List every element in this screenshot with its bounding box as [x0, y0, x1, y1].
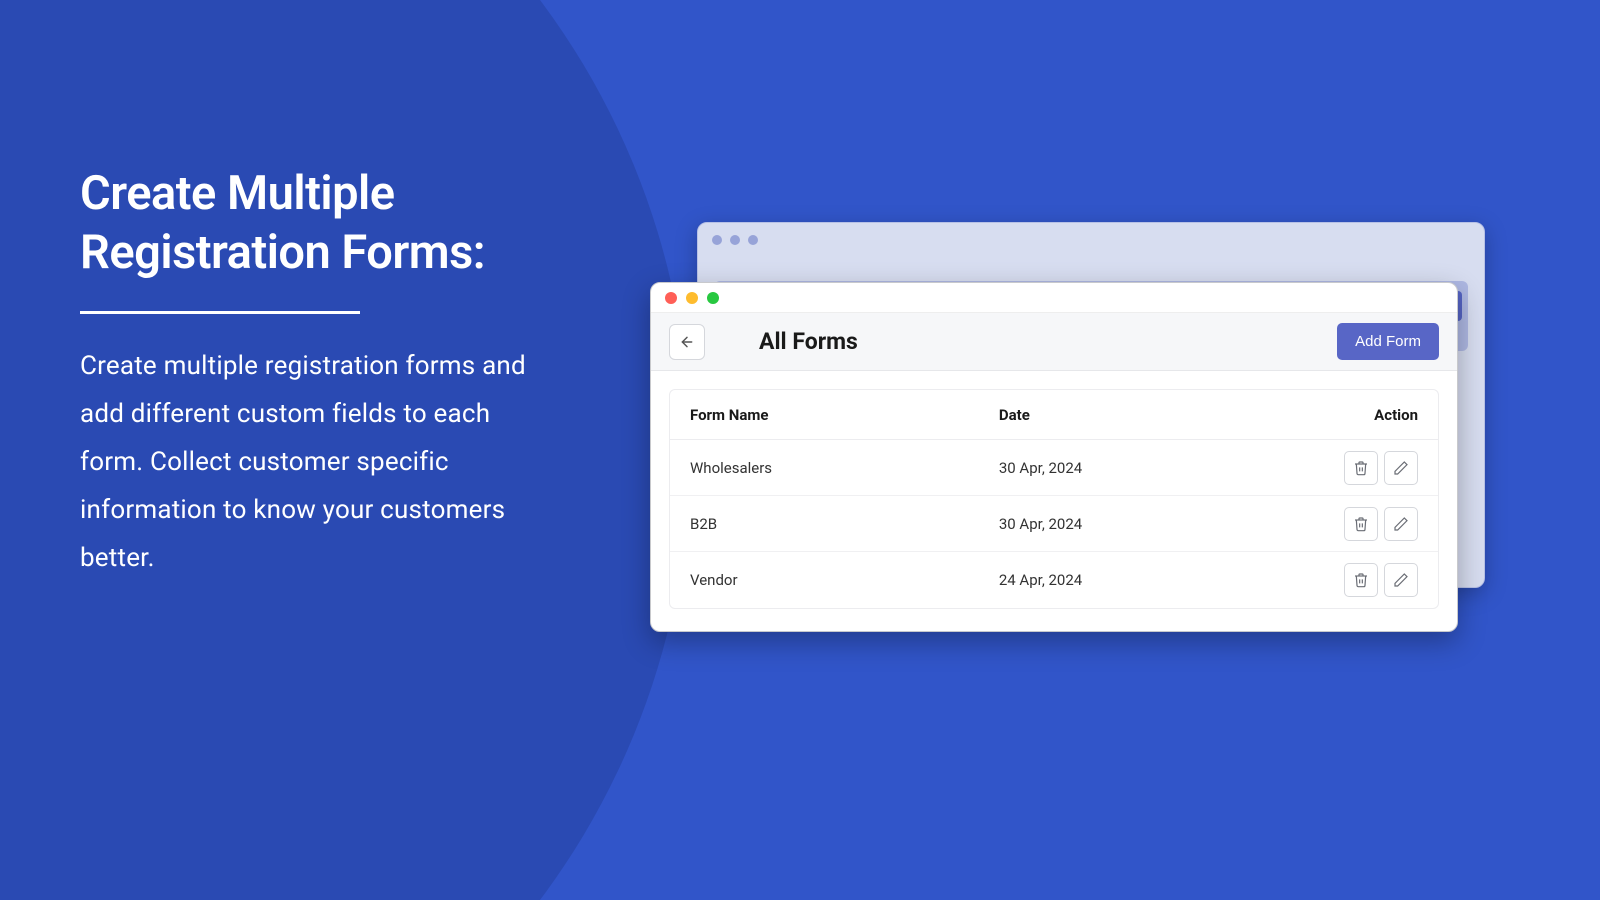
traffic-light-icon [730, 235, 740, 245]
marketing-copy: Create Multiple Registration Forms: Crea… [80, 165, 560, 582]
pencil-icon [1393, 460, 1409, 476]
cell-date: 30 Apr, 2024 [999, 515, 1264, 533]
edit-button[interactable] [1384, 451, 1418, 485]
pencil-icon [1393, 516, 1409, 532]
forms-table: Form Name Date Action Wholesalers 30 Apr… [669, 389, 1439, 609]
trash-icon [1353, 460, 1369, 476]
add-form-button[interactable]: Add Form [1337, 323, 1439, 360]
table-row: B2B 30 Apr, 2024 [670, 496, 1438, 552]
description: Create multiple registration forms and a… [80, 342, 560, 582]
row-actions [1264, 451, 1418, 485]
cell-name: Vendor [690, 571, 999, 589]
pencil-icon [1393, 572, 1409, 588]
table-header: Form Name Date Action [670, 390, 1438, 440]
delete-button[interactable] [1344, 507, 1378, 541]
minimize-icon[interactable] [686, 292, 698, 304]
col-header-date: Date [999, 406, 1264, 424]
back-button[interactable] [669, 324, 705, 360]
edit-button[interactable] [1384, 563, 1418, 597]
table-row: Wholesalers 30 Apr, 2024 [670, 440, 1438, 496]
arrow-left-icon [679, 334, 695, 350]
close-icon[interactable] [665, 292, 677, 304]
edit-button[interactable] [1384, 507, 1418, 541]
trash-icon [1353, 516, 1369, 532]
headline: Create Multiple Registration Forms: [80, 165, 560, 283]
window-titlebar [651, 283, 1457, 313]
delete-button[interactable] [1344, 563, 1378, 597]
delete-button[interactable] [1344, 451, 1378, 485]
cell-name: B2B [690, 515, 999, 533]
row-actions [1264, 563, 1418, 597]
trash-icon [1353, 572, 1369, 588]
cell-date: 24 Apr, 2024 [999, 571, 1264, 589]
page-title: All Forms [759, 328, 858, 355]
maximize-icon[interactable] [707, 292, 719, 304]
col-header-name: Form Name [690, 406, 999, 424]
app-window: All Forms Add Form Form Name Date Action… [650, 282, 1458, 632]
row-actions [1264, 507, 1418, 541]
headline-divider [80, 311, 360, 314]
traffic-light-icon [748, 235, 758, 245]
cell-date: 30 Apr, 2024 [999, 459, 1264, 477]
traffic-light-icon [712, 235, 722, 245]
table-row: Vendor 24 Apr, 2024 [670, 552, 1438, 608]
cell-name: Wholesalers [690, 459, 999, 477]
background-window-titlebar [698, 223, 1484, 257]
page-header: All Forms Add Form [651, 313, 1457, 371]
col-header-action: Action [1264, 406, 1418, 424]
